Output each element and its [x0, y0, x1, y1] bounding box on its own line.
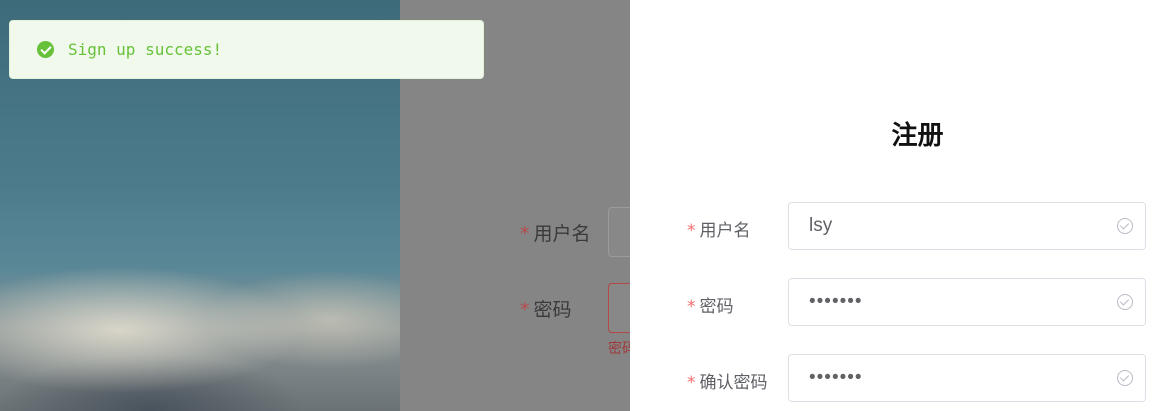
confirm-password-label: * 确认密码 [687, 373, 768, 393]
valid-check-icon [1117, 370, 1133, 386]
confirm-password-field[interactable] [788, 354, 1146, 402]
username-field[interactable] [788, 202, 1146, 250]
valid-check-icon [1117, 294, 1133, 310]
valid-check-icon [1117, 218, 1133, 234]
username-label: * 用户名 [687, 221, 751, 241]
check-circle-icon [37, 41, 54, 58]
background-password-label: * 密码 [520, 299, 572, 321]
register-drawer: 注册 *用户名 *密码 *确认密码 [630, 0, 1153, 411]
drawer-title: 注册 [891, 121, 944, 151]
password-label: * 密码 [687, 297, 734, 317]
username-input[interactable] [807, 214, 1117, 238]
confirm-password-input[interactable] [807, 366, 1117, 390]
background-username-label: * 用户名 [520, 223, 591, 245]
background-error-text: 密码 [608, 341, 630, 357]
success-toast: Sign up success! [9, 20, 484, 79]
toast-message: Sign up success! [68, 40, 223, 59]
password-field[interactable] [788, 278, 1146, 326]
password-input[interactable] [807, 290, 1117, 314]
